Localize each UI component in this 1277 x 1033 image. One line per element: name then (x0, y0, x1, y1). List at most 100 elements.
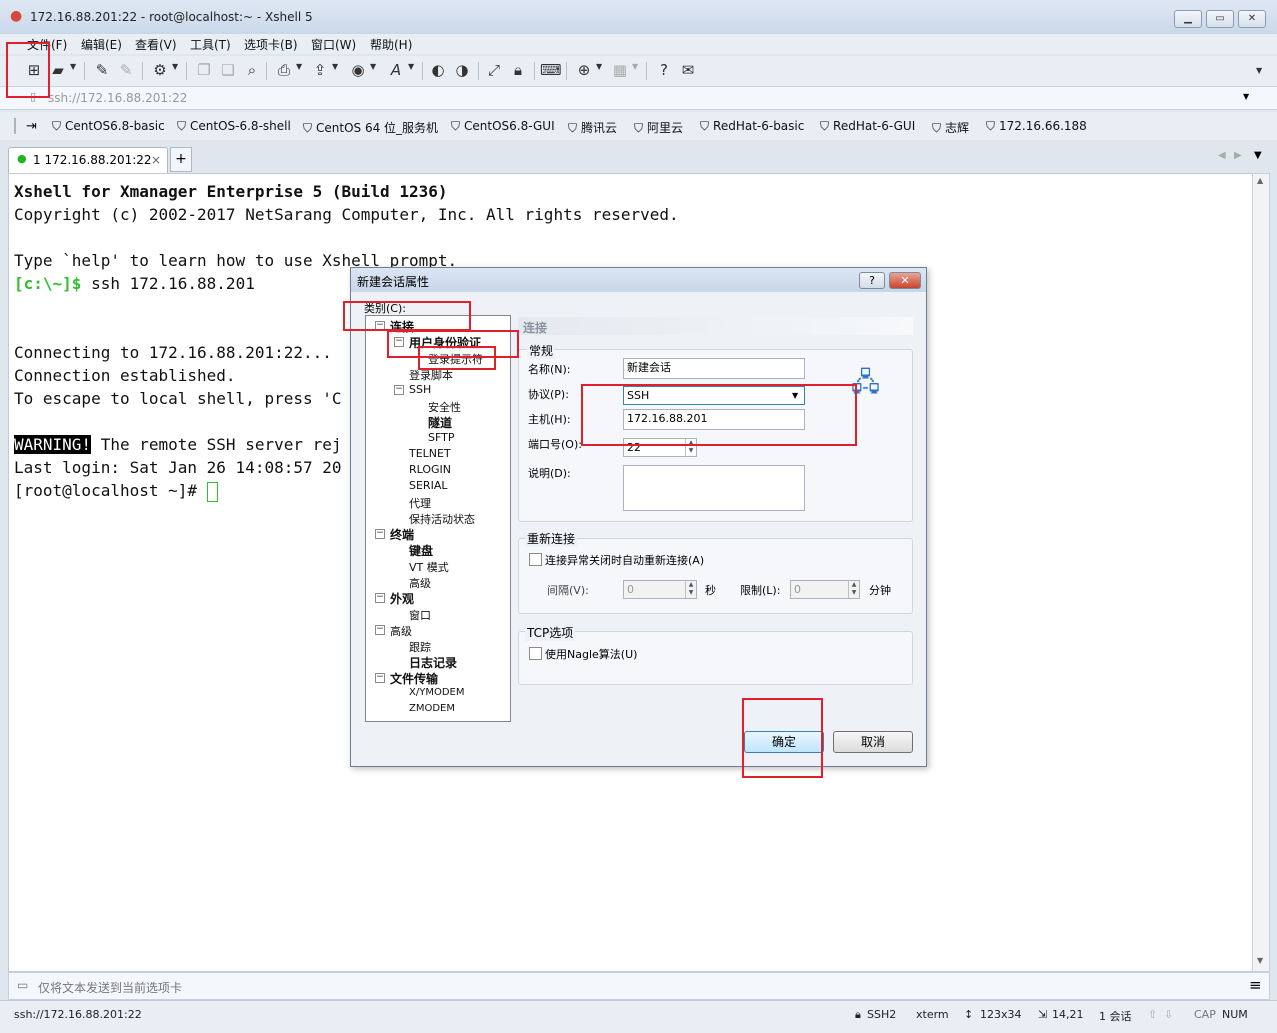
tab-close-icon[interactable]: × (151, 153, 161, 167)
collapse-icon[interactable]: − (375, 673, 385, 683)
minimize-button[interactable]: ▁ (1174, 10, 1202, 28)
tree-item-appearance[interactable]: 外观 (390, 590, 414, 607)
limit-spinner[interactable]: ▲ ▼ (848, 581, 859, 598)
tree-item-logging[interactable]: 日志记录 (409, 654, 457, 671)
limit-input[interactable]: 0 ▲ ▼ (790, 580, 860, 599)
link-item[interactable]: ⛉ 腾讯云 (568, 119, 617, 136)
fullscreen-icon[interactable]: ⤢ (484, 60, 504, 80)
links-menu-icon[interactable]: ⇥ (26, 119, 37, 134)
status-up-icon[interactable]: ⇧ (1148, 1008, 1157, 1021)
tree-item-sftp[interactable]: SFTP (428, 431, 454, 444)
link-item[interactable]: ⛉ CentOS6.8-basic (52, 119, 165, 134)
tree-item-keyboard[interactable]: 键盘 (409, 542, 433, 559)
link-item[interactable]: ⛉ 阿里云 (634, 119, 683, 136)
chat-icon[interactable]: ✉ (678, 60, 698, 80)
menu-edit[interactable]: 编辑(E) (81, 36, 122, 53)
tree-item-zmodem[interactable]: ZMODEM (409, 703, 455, 714)
keyboard-icon[interactable]: ⌨ (540, 60, 562, 80)
collapse-icon[interactable]: − (375, 625, 385, 635)
menu-help[interactable]: 帮助(H) (370, 36, 412, 53)
tree-item-ssh[interactable]: SSH (409, 383, 431, 396)
properties-icon[interactable]: ⚙ (150, 60, 170, 80)
tree-item-vt-mode[interactable]: VT 模式 (409, 559, 449, 575)
collapse-icon[interactable]: − (394, 385, 404, 395)
toolbar-overflow-icon[interactable]: ▼ (1256, 66, 1262, 75)
tree-item-terminal-advanced[interactable]: 高级 (409, 575, 431, 591)
compose-bar[interactable]: ▭ 仅将文本发送到当前选项卡 ≡ (8, 972, 1270, 1000)
paste-icon[interactable]: ❏ (218, 60, 238, 80)
globe-dropdown-icon[interactable]: ▼ (370, 62, 376, 71)
disconnect-icon[interactable]: ✎ (116, 60, 136, 80)
interval-input[interactable]: 0 ▲ ▼ (623, 580, 697, 599)
dialog-help-button[interactable]: ? (859, 272, 885, 289)
tree-item-trace[interactable]: 跟踪 (409, 639, 431, 655)
nagle-checkbox[interactable] (529, 647, 542, 660)
lock-icon[interactable]: 🔒︎ (508, 60, 528, 80)
scroll-down-icon[interactable]: ▼ (1257, 956, 1263, 965)
address-bar[interactable]: ▯ ssh://172.16.88.201:22 ▼ (0, 86, 1277, 110)
xftp-icon[interactable]: ◑ (452, 60, 472, 80)
open-folder-icon[interactable]: ▰ (48, 60, 68, 80)
link-item[interactable]: ⛉ RedHat-6-GUI (820, 119, 915, 134)
tab-scroll-right-icon[interactable]: ▶ (1234, 150, 1242, 161)
tree-item-terminal[interactable]: 终端 (390, 526, 414, 543)
link-item[interactable]: ⛉ 172.16.66.188 (986, 119, 1087, 134)
compose-input[interactable]: 仅将文本发送到当前选项卡 (38, 979, 182, 996)
tree-item-rlogin[interactable]: RLOGIN (409, 463, 451, 476)
tree-item-keepalive[interactable]: 保持活动状态 (409, 511, 475, 527)
collapse-icon[interactable]: − (375, 529, 385, 539)
link-item[interactable]: ⛉ CentOS-6.8-shell (177, 119, 291, 134)
layout-dropdown-icon[interactable]: ▼ (632, 62, 638, 71)
interval-spinner[interactable]: ▲ ▼ (685, 581, 696, 598)
help-icon[interactable]: ? (654, 60, 674, 80)
name-input[interactable]: 新建会话 (623, 358, 805, 379)
tab-list-icon[interactable]: ▼ (1254, 150, 1262, 161)
add-tab-button[interactable]: + (170, 147, 192, 172)
maximize-button[interactable]: ▭ (1206, 10, 1234, 28)
tree-item-window[interactable]: 窗口 (409, 607, 431, 623)
description-textarea[interactable] (623, 465, 805, 511)
tree-item-advanced[interactable]: 高级 (390, 623, 412, 639)
cancel-button[interactable]: 取消 (833, 731, 913, 753)
font-icon[interactable]: A (386, 60, 406, 80)
connect-icon[interactable]: ✎ (92, 60, 112, 80)
xmanager-icon[interactable]: ◐ (428, 60, 448, 80)
transfer-dropdown-icon[interactable]: ▼ (332, 62, 338, 71)
link-item[interactable]: ⛉ 志辉 (932, 119, 969, 136)
menu-tabs[interactable]: 选项卡(B) (244, 36, 298, 53)
dialog-close-button[interactable]: ✕ (889, 272, 921, 289)
close-window-button[interactable]: ✕ (1238, 10, 1266, 28)
session-tab[interactable]: ● 1 172.16.88.201:22 × (8, 147, 168, 173)
scroll-up-icon[interactable]: ▲ (1257, 176, 1263, 185)
link-item[interactable]: ⛉ RedHat-6-basic (700, 119, 804, 134)
menu-view[interactable]: 查看(V) (135, 36, 177, 53)
address-input[interactable]: ssh://172.16.88.201:22 (48, 91, 187, 105)
tab-scroll-left-icon[interactable]: ◀ (1218, 150, 1226, 161)
tree-item-telnet[interactable]: TELNET (409, 447, 451, 460)
print-icon[interactable]: ⎙ (274, 60, 294, 80)
status-down-icon[interactable]: ⇩ (1164, 1008, 1173, 1021)
auto-reconnect-checkbox[interactable] (529, 553, 542, 566)
collapse-icon[interactable]: − (375, 593, 385, 603)
open-dropdown-icon[interactable]: ▼ (70, 62, 76, 71)
tree-item-xymodem[interactable]: X/YMODEM (409, 687, 464, 698)
address-dropdown-icon[interactable]: ▼ (1243, 92, 1249, 101)
category-tree[interactable]: − 连接 − 用户身份验证 登录提示符 登录脚本 − SSH 安全性 隧道 SF… (365, 315, 511, 722)
tree-item-security[interactable]: 安全性 (428, 399, 461, 415)
print-dropdown-icon[interactable]: ▼ (296, 62, 302, 71)
globe-icon[interactable]: ◉ (348, 60, 368, 80)
terminal-scrollbar[interactable]: ▲ ▼ (1252, 173, 1270, 972)
new-tab-icon[interactable]: ⊕ (574, 60, 594, 80)
tree-item-file-transfer[interactable]: 文件传输 (390, 670, 438, 687)
properties-dropdown-icon[interactable]: ▼ (172, 62, 178, 71)
compose-menu-icon[interactable]: ≡ (1249, 976, 1262, 994)
menu-window[interactable]: 窗口(W) (311, 36, 356, 53)
layout-icon[interactable]: ▦ (610, 60, 630, 80)
link-item[interactable]: ⛉ CentOS6.8-GUI (451, 119, 555, 134)
new-tab-dropdown-icon[interactable]: ▼ (596, 62, 602, 71)
copy-icon[interactable]: ❐ (194, 60, 214, 80)
link-item[interactable]: ⛉ CentOS 64 位_服务机 (303, 119, 438, 136)
tree-item-serial[interactable]: SERIAL (409, 479, 447, 492)
tree-item-tunnel[interactable]: 隧道 (428, 414, 452, 431)
font-dropdown-icon[interactable]: ▼ (408, 62, 414, 71)
